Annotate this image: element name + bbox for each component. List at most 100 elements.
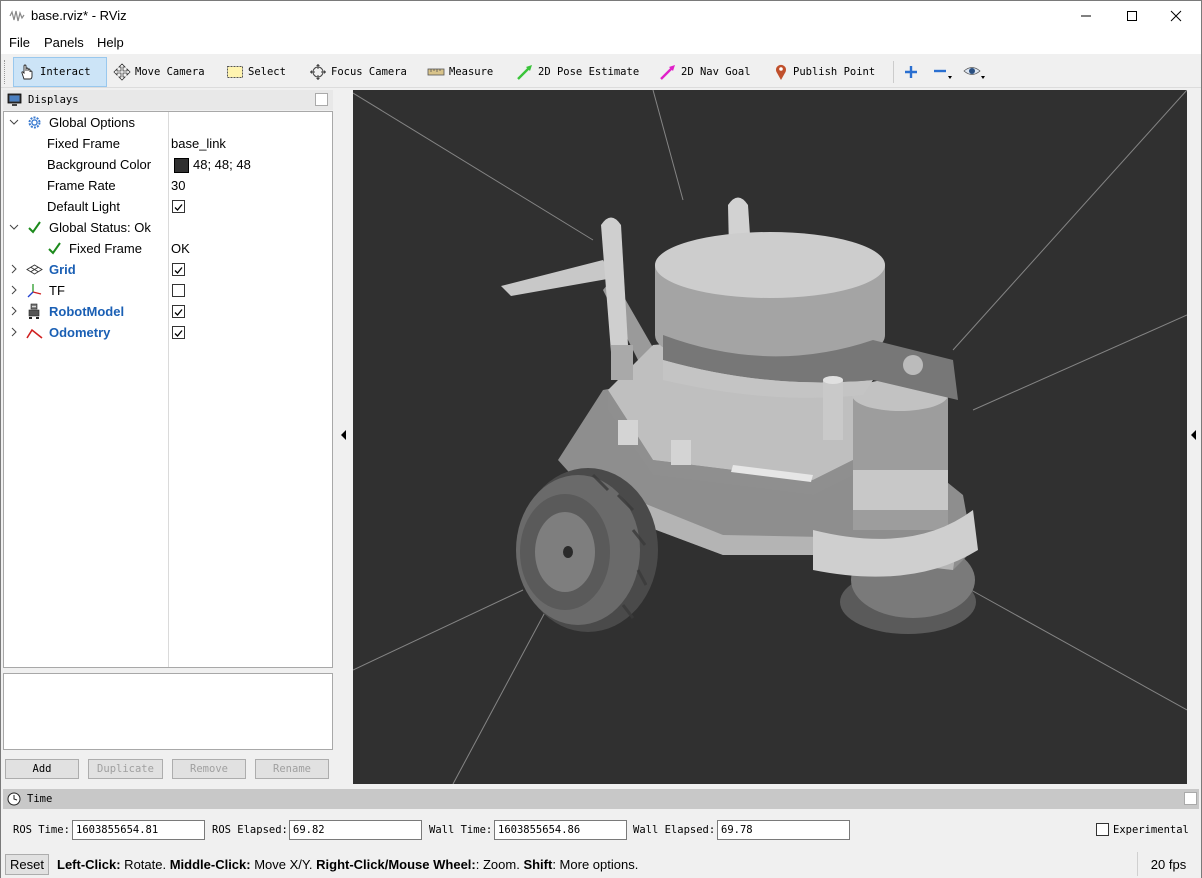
- default-light-checkbox[interactable]: [172, 200, 185, 213]
- hint-left-key: Left-Click:: [57, 857, 121, 872]
- minimize-button[interactable]: [1063, 1, 1109, 31]
- tree-row-default-light[interactable]: Default Light: [4, 196, 332, 217]
- tree-row-tf[interactable]: TF: [4, 280, 332, 301]
- displays-panel-header: Displays: [3, 90, 333, 110]
- tree-row-fixed-frame[interactable]: Fixed Frame base_link: [4, 133, 332, 154]
- tree-row-global-options[interactable]: Global Options: [4, 112, 332, 133]
- chevron-right-icon[interactable]: [9, 285, 19, 295]
- add-tool-button[interactable]: [901, 57, 925, 87]
- menu-help[interactable]: Help: [97, 35, 124, 50]
- collapse-right-icon[interactable]: [1191, 430, 1197, 440]
- robot-3d-render: [353, 90, 1187, 784]
- tree-row-frame-rate[interactable]: Frame Rate 30: [4, 175, 332, 196]
- monitor-icon: [7, 93, 22, 106]
- checkmark-icon: [174, 267, 183, 274]
- move-camera-tool[interactable]: Move Camera: [109, 57, 209, 87]
- tree-row-status-fixed-frame[interactable]: Fixed Frame OK: [4, 238, 332, 259]
- chevron-right-icon[interactable]: [9, 306, 19, 316]
- hint-right-key: Right-Click/Mouse Wheel:: [316, 857, 476, 872]
- title-bar: base.rviz* - RViz: [1, 1, 1201, 32]
- default-light-label: Default Light: [47, 199, 120, 214]
- tool-bar: Interact Move Camera Select Focus Camera: [1, 55, 1201, 88]
- frame-rate-label: Frame Rate: [47, 178, 116, 193]
- experimental-checkbox[interactable]: [1096, 823, 1109, 836]
- ruler-icon: [427, 68, 445, 76]
- axes-icon: [27, 284, 42, 298]
- views-tool-button[interactable]: [963, 57, 991, 87]
- tree-row-odometry[interactable]: Odometry: [4, 322, 332, 343]
- odometry-checkbox[interactable]: [172, 326, 185, 339]
- chevron-down-icon[interactable]: [9, 117, 19, 127]
- experimental-label: Experimental: [1113, 824, 1189, 836]
- hint-shift: : More options.: [552, 857, 639, 872]
- nav-goal-tool[interactable]: 2D Nav Goal: [655, 57, 755, 87]
- magenta-arrow-icon: [660, 65, 675, 80]
- robot-model-checkbox[interactable]: [172, 305, 185, 318]
- measure-tool[interactable]: Measure: [423, 57, 497, 87]
- focus-camera-label: Focus Camera: [331, 66, 407, 78]
- render-viewport-3d[interactable]: [353, 90, 1187, 784]
- tf-checkbox[interactable]: [172, 284, 185, 297]
- fixed-frame-value[interactable]: base_link: [171, 136, 226, 151]
- color-swatch[interactable]: [174, 158, 189, 173]
- status-fixed-frame-value: OK: [171, 241, 190, 256]
- add-display-button[interactable]: Add: [5, 759, 79, 779]
- rename-display-button[interactable]: Rename: [255, 759, 329, 779]
- toolbar-grip[interactable]: [4, 60, 8, 84]
- ros-time-field[interactable]: 1603855654.81: [72, 820, 205, 840]
- select-box-icon: [227, 66, 243, 78]
- rviz-window: base.rviz* - RViz File Panels Help Inter…: [0, 0, 1202, 878]
- time-float-button[interactable]: [1184, 792, 1197, 805]
- close-icon: [1170, 10, 1182, 22]
- select-tool[interactable]: Select: [222, 57, 290, 87]
- clock-icon: [7, 792, 21, 806]
- publish-point-tool[interactable]: Publish Point: [769, 57, 879, 87]
- menu-file[interactable]: File: [9, 35, 30, 50]
- background-color-value[interactable]: 48; 48; 48: [193, 157, 251, 172]
- measure-label: Measure: [449, 66, 494, 78]
- global-status-label: Global Status: Ok: [49, 220, 151, 235]
- grid-icon: [26, 264, 43, 275]
- checkmark-icon: [174, 204, 183, 211]
- displays-float-button[interactable]: [315, 93, 328, 106]
- checkmark-icon: [174, 309, 183, 316]
- menu-panels[interactable]: Panels: [44, 35, 84, 50]
- wall-elapsed-field[interactable]: 69.78: [717, 820, 850, 840]
- pose-estimate-tool[interactable]: 2D Pose Estimate: [512, 57, 643, 87]
- property-description-box: [3, 673, 333, 750]
- chevron-right-icon[interactable]: [9, 264, 19, 274]
- toolbar-separator: [893, 61, 894, 83]
- right-panel-splitter[interactable]: [1187, 90, 1201, 784]
- maximize-icon: [1127, 11, 1137, 21]
- chevron-down-icon[interactable]: [9, 222, 19, 232]
- status-ok-check-icon: [28, 221, 41, 234]
- global-options-label: Global Options: [49, 115, 135, 130]
- hint-shift-key: Shift: [523, 857, 553, 872]
- frame-rate-value[interactable]: 30: [171, 178, 185, 193]
- wall-time-field[interactable]: 1603855654.86: [494, 820, 627, 840]
- duplicate-display-button[interactable]: Duplicate: [88, 759, 163, 779]
- move-camera-label: Move Camera: [135, 66, 205, 78]
- left-panel-splitter[interactable]: [335, 90, 353, 784]
- ros-time-label: ROS Time:: [13, 824, 70, 836]
- close-button[interactable]: [1153, 1, 1199, 31]
- interact-tool[interactable]: Interact: [13, 57, 107, 87]
- tree-row-robot-model[interactable]: RobotModel: [4, 301, 332, 322]
- tree-row-background-color[interactable]: Background Color 48; 48; 48: [4, 154, 332, 175]
- grid-checkbox[interactable]: [172, 263, 185, 276]
- maximize-button[interactable]: [1109, 1, 1155, 31]
- remove-display-button[interactable]: Remove: [172, 759, 246, 779]
- tree-row-grid[interactable]: Grid: [4, 259, 332, 280]
- pose-estimate-label: 2D Pose Estimate: [538, 66, 640, 78]
- displays-tree: Global Options Fixed Frame base_link Bac…: [3, 111, 333, 668]
- reset-button[interactable]: Reset: [5, 854, 49, 875]
- ros-elapsed-field[interactable]: 69.82: [289, 820, 422, 840]
- minimize-icon: [1081, 15, 1091, 17]
- plus-icon: [905, 66, 917, 78]
- tree-row-global-status[interactable]: Global Status: Ok: [4, 217, 332, 238]
- focus-camera-tool[interactable]: Focus Camera: [305, 57, 411, 87]
- chevron-right-icon[interactable]: [9, 327, 19, 337]
- mouse-hint-text: Left-Click: Rotate. Middle-Click: Move X…: [57, 857, 638, 872]
- remove-tool-button[interactable]: [931, 57, 959, 87]
- collapse-left-icon[interactable]: [341, 430, 347, 440]
